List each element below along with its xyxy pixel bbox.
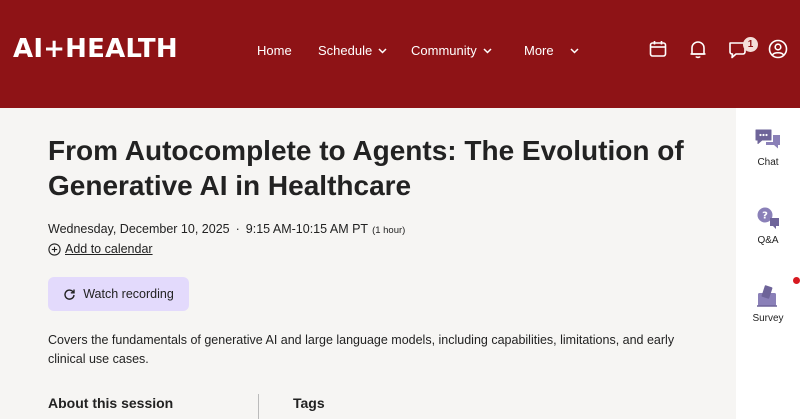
refresh-icon	[64, 288, 75, 300]
session-datetime: Wednesday, December 10, 2025 · 9:15 AM-10:…	[48, 222, 405, 236]
profile-icon[interactable]	[767, 38, 789, 60]
sidebar-item-qa-label: Q&A	[757, 235, 779, 246]
session-time: 9:15 AM-10:15 AM PT	[245, 222, 369, 236]
nav-home[interactable]: Home	[257, 43, 292, 58]
nav-home-label: Home	[257, 43, 292, 58]
survey-icon	[757, 285, 777, 307]
nav-community-label: Community	[411, 43, 477, 58]
tags-heading: Tags	[293, 395, 325, 411]
add-to-calendar-link[interactable]: Add to calendar	[48, 242, 153, 256]
notification-dot	[793, 277, 800, 284]
sidebar-item-chat[interactable]: Chat	[736, 128, 800, 168]
session-date: Wednesday, December 10, 2025	[48, 222, 230, 236]
nav-community[interactable]: Community	[411, 43, 492, 58]
chevron-down-icon	[570, 47, 579, 54]
plus-circle-icon	[48, 242, 61, 256]
chat-badge: 1	[743, 37, 758, 52]
watch-recording-button[interactable]: Watch recording	[48, 277, 189, 311]
nav-more-label: More	[524, 43, 554, 58]
sidebar-item-survey[interactable]: Survey	[736, 284, 800, 324]
sidebar-item-survey-label: Survey	[752, 313, 784, 324]
chevron-down-icon	[483, 47, 492, 54]
nav-schedule[interactable]: Schedule	[318, 43, 387, 58]
about-session-heading: About this session	[48, 395, 174, 411]
chevron-down-icon	[378, 47, 387, 54]
add-to-calendar-label: Add to calendar	[65, 242, 153, 256]
sidebar-item-chat-label: Chat	[757, 157, 779, 168]
column-divider	[258, 394, 259, 419]
brand-logo[interactable]: AI+HEALTH	[13, 34, 178, 64]
nav-schedule-label: Schedule	[318, 43, 373, 58]
chat-bubbles-icon	[755, 129, 780, 149]
sidebar-item-qa[interactable]: ? Q&A	[736, 206, 800, 246]
calendar-icon[interactable]	[647, 38, 669, 60]
watch-recording-label: Watch recording	[83, 287, 174, 301]
session-title: From Autocomplete to Agents: The Evoluti…	[48, 135, 684, 201]
svg-text:?: ?	[762, 211, 768, 222]
question-bubble-icon: ?	[757, 207, 779, 229]
session-description: Covers the fundamentals of generative AI…	[48, 333, 675, 366]
datetime-separator: ·	[235, 222, 240, 236]
nav-more[interactable]: More	[524, 43, 579, 58]
bell-icon[interactable]	[687, 38, 709, 60]
session-duration: (1 hour)	[372, 225, 406, 236]
